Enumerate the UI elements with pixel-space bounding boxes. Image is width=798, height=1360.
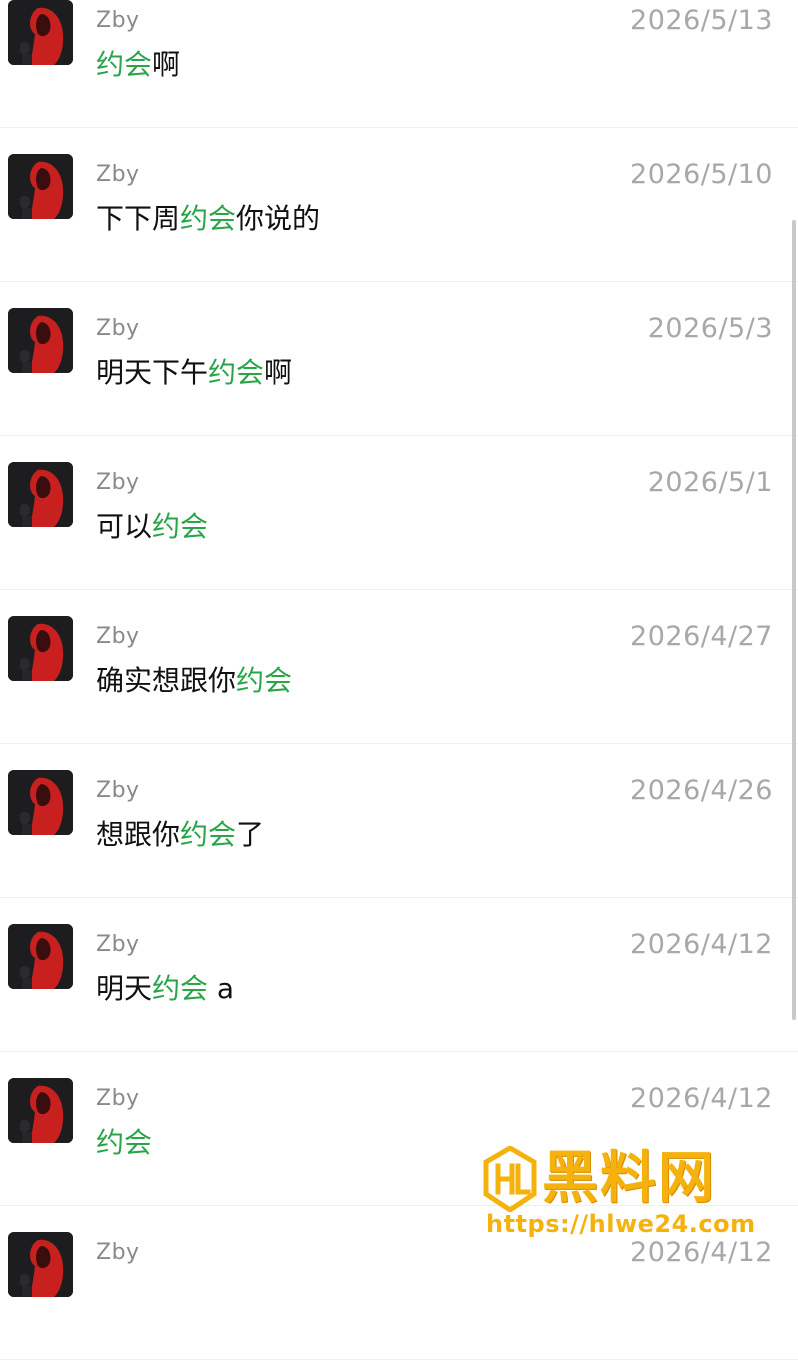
message-segment: a bbox=[208, 972, 235, 1005]
highlighted-keyword: 约会 bbox=[236, 664, 293, 697]
message-segment: 明天下午 bbox=[96, 356, 209, 389]
result-row[interactable]: Zby 2026/5/1 可以约会 bbox=[0, 436, 798, 590]
message-text: 下下周约会你说的 bbox=[96, 199, 320, 239]
message-date: 2026/4/12 bbox=[630, 929, 773, 960]
message-text: 想跟你约会了 bbox=[96, 815, 264, 855]
avatar-icon[interactable] bbox=[8, 770, 73, 835]
avatar-icon[interactable] bbox=[8, 1078, 73, 1143]
sender-name: Zby bbox=[96, 1240, 140, 1265]
message-segment: 明天 bbox=[96, 972, 153, 1005]
result-row[interactable]: Zby 2026/5/13 约会啊 bbox=[0, 0, 798, 128]
message-segment: 啊 bbox=[264, 356, 293, 389]
sender-name: Zby bbox=[96, 624, 140, 649]
message-segment: 了 bbox=[236, 818, 265, 851]
highlighted-keyword: 约会 bbox=[96, 1126, 153, 1159]
avatar-icon[interactable] bbox=[8, 308, 73, 373]
result-row[interactable]: Zby 2026/4/12 约会 bbox=[0, 1052, 798, 1206]
message-text: 明天约会 a bbox=[96, 969, 234, 1009]
message-date: 2026/4/27 bbox=[630, 621, 773, 652]
highlighted-keyword: 约会 bbox=[208, 356, 265, 389]
message-date: 2026/5/10 bbox=[630, 159, 773, 190]
message-segment: 你说的 bbox=[236, 202, 321, 235]
message-segment: 下下周 bbox=[96, 202, 181, 235]
sender-name: Zby bbox=[96, 778, 140, 803]
avatar-icon[interactable] bbox=[8, 1232, 73, 1297]
highlighted-keyword: 约会 bbox=[180, 202, 237, 235]
highlighted-keyword: 约会 bbox=[96, 48, 153, 81]
result-row[interactable]: Zby 2026/4/26 想跟你约会了 bbox=[0, 744, 798, 898]
sender-name: Zby bbox=[96, 162, 140, 187]
message-text: 可以约会 bbox=[96, 507, 208, 547]
sender-name: Zby bbox=[96, 932, 140, 957]
avatar-icon[interactable] bbox=[8, 924, 73, 989]
result-row[interactable]: Zby 2026/5/10 下下周约会你说的 bbox=[0, 128, 798, 282]
message-text: 明天下午约会啊 bbox=[96, 353, 292, 393]
result-row[interactable]: Zby 2026/4/27 确实想跟你约会 bbox=[0, 590, 798, 744]
message-segment: 可以 bbox=[96, 510, 153, 543]
message-segment: 啊 bbox=[152, 48, 181, 81]
avatar-icon[interactable] bbox=[8, 154, 73, 219]
sender-name: Zby bbox=[96, 8, 140, 33]
avatar-icon[interactable] bbox=[8, 462, 73, 527]
message-segment: 确实想跟你 bbox=[96, 664, 237, 697]
message-text: 约会啊 bbox=[96, 45, 180, 85]
search-results-list: Zby 2026/5/13 约会啊 Zby 2026/5/10 下下周约会你说的 Zby… bbox=[0, 0, 798, 1360]
message-date: 2026/5/13 bbox=[630, 5, 773, 36]
avatar-icon[interactable] bbox=[8, 0, 73, 65]
highlighted-keyword: 约会 bbox=[152, 972, 209, 1005]
message-date: 2026/5/3 bbox=[647, 313, 773, 344]
highlighted-keyword: 约会 bbox=[152, 510, 209, 543]
sender-name: Zby bbox=[96, 316, 140, 341]
message-date: 2026/4/12 bbox=[630, 1083, 773, 1114]
message-segment: 想跟你 bbox=[96, 818, 181, 851]
result-row[interactable]: Zby 2026/4/12 bbox=[0, 1206, 798, 1360]
highlighted-keyword: 约会 bbox=[180, 818, 237, 851]
avatar-icon[interactable] bbox=[8, 616, 73, 681]
result-row[interactable]: Zby 2026/5/3 明天下午约会啊 bbox=[0, 282, 798, 436]
sender-name: Zby bbox=[96, 470, 140, 495]
scrollbar[interactable] bbox=[792, 220, 796, 1020]
message-date: 2026/4/12 bbox=[630, 1237, 773, 1268]
message-date: 2026/4/26 bbox=[630, 775, 773, 806]
result-row[interactable]: Zby 2026/4/12 明天约会 a bbox=[0, 898, 798, 1052]
sender-name: Zby bbox=[96, 1086, 140, 1111]
message-date: 2026/5/1 bbox=[647, 467, 773, 498]
message-text: 确实想跟你约会 bbox=[96, 661, 292, 701]
message-text: 约会 bbox=[96, 1123, 152, 1163]
